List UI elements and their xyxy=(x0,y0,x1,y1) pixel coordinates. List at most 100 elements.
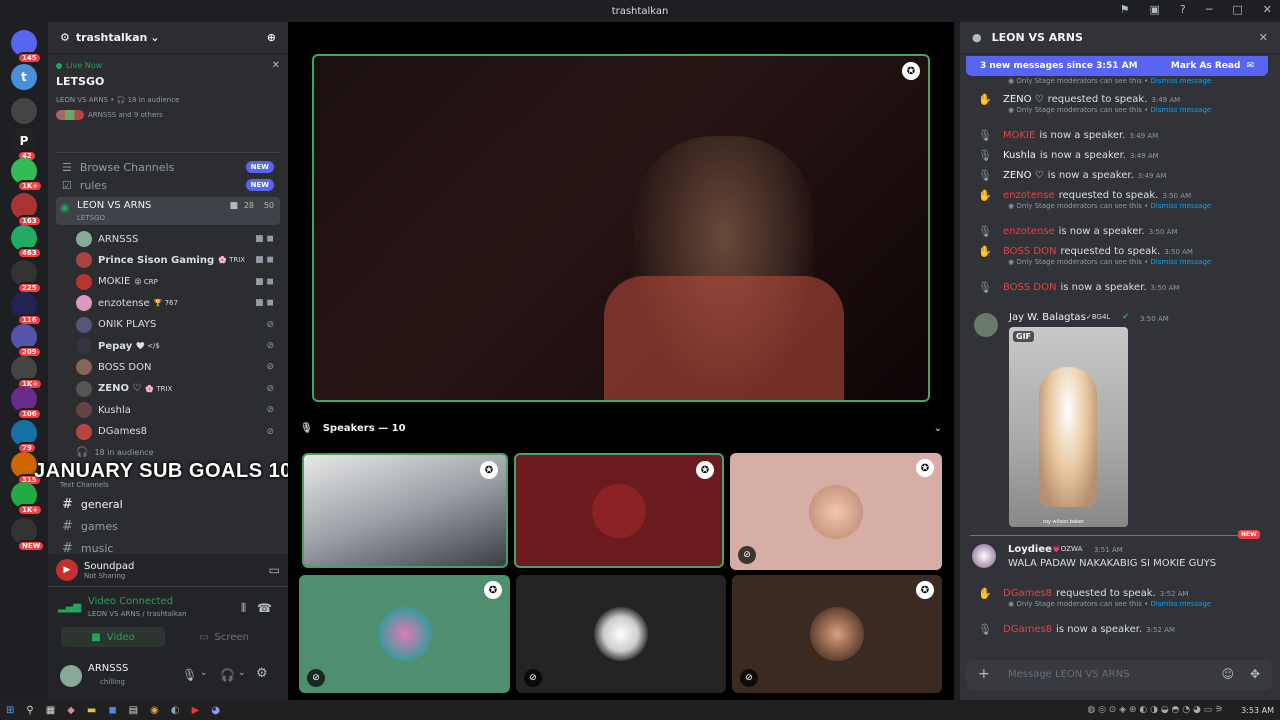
apps-icon[interactable]: ✥ xyxy=(1250,667,1260,681)
message-author[interactable]: Jay W. Balagtas xyxy=(1009,312,1086,323)
server-icon[interactable]: t xyxy=(11,64,37,90)
add-member-icon[interactable]: ⊕ xyxy=(267,31,276,44)
screen-icon[interactable]: ▣ xyxy=(1150,3,1160,16)
screen-button[interactable]: ▭ Screen xyxy=(172,627,276,647)
voice-member[interactable]: ZENO ♡ 🌸 TRIX ⊘ xyxy=(76,379,280,399)
server-icon[interactable]: 116 xyxy=(11,292,42,326)
start-icon[interactable]: ⊞ xyxy=(6,705,14,716)
dismiss-message-link[interactable]: Dismiss message xyxy=(1151,77,1212,85)
voice-member[interactable]: enzotense 🏆 767 ■ ◼ xyxy=(76,293,280,313)
outlook-icon[interactable]: ◼ xyxy=(108,705,116,716)
message-input[interactable]: + Message LEON VS ARNS ☺ ✥ xyxy=(966,660,1272,690)
chrome-icon[interactable]: ◉ xyxy=(150,705,159,716)
inbox-icon[interactable]: ⚑ xyxy=(1120,3,1130,16)
event-user[interactable]: MOKIE xyxy=(1003,130,1035,141)
dismiss-message-link[interactable]: Dismiss message xyxy=(1151,600,1212,608)
new-messages-bar[interactable]: 3 new messages since 3:51 AM Mark As Rea… xyxy=(966,56,1268,76)
pin-icon[interactable]: ✪ xyxy=(480,461,498,479)
headphones-icon[interactable]: 🎧 xyxy=(220,668,235,682)
voice-member[interactable]: Kushla ⊘ xyxy=(76,400,280,420)
guild-header[interactable]: ⚙ trashtalkan ⌄ ⊕ xyxy=(48,22,288,54)
close-window-icon[interactable]: ✕ xyxy=(1263,3,1272,16)
event-user[interactable]: ZENO ♡ xyxy=(1003,170,1044,181)
chevron-down-icon[interactable]: ⌄ xyxy=(238,668,246,678)
system-tray[interactable]: ◍ ◎ ⊙ ◈ ⊛ ◐ ◑ ◒ ◓ ◔ ◕ ▭ ⚞ xyxy=(1087,705,1223,715)
main-video-tile[interactable]: ✪ xyxy=(312,54,930,402)
close-icon[interactable]: ✕ xyxy=(1259,31,1268,44)
dismiss-message-link[interactable]: Dismiss message xyxy=(1151,202,1212,210)
voice-member[interactable]: DGames8 ⊘ xyxy=(76,422,280,442)
microphone-icon[interactable]: 🎙 xyxy=(182,668,197,682)
event-user[interactable]: BOSS DON xyxy=(1003,282,1056,293)
text-channel-general[interactable]: # general xyxy=(56,493,280,515)
server-icon[interactable]: 463 xyxy=(11,225,42,259)
voice-member[interactable]: ONIK PLAYS ⊘ xyxy=(76,315,280,335)
server-icon[interactable]: NEW xyxy=(11,518,46,552)
help-icon[interactable]: ? xyxy=(1180,3,1186,16)
server-icon[interactable]: 79 xyxy=(11,420,37,454)
pin-icon[interactable]: ✪ xyxy=(484,581,502,599)
gif-embed[interactable]: GIF roy wilson baker xyxy=(1009,327,1128,527)
avatar[interactable] xyxy=(60,665,82,687)
close-icon[interactable]: ✕ xyxy=(272,60,280,71)
voice-member[interactable]: Pepay 🤍 </$ ⊘ xyxy=(76,336,280,356)
voice-member[interactable]: MOKIE 😝 CRP ■ ◼ xyxy=(76,272,280,292)
server-icon[interactable]: 209 xyxy=(11,324,42,358)
voice-member[interactable]: BOSS DON ⊘ xyxy=(76,357,280,377)
pin-icon[interactable]: ✪ xyxy=(916,581,934,599)
text-channel-games[interactable]: # games xyxy=(56,515,280,537)
user-name[interactable]: ARNSSS xyxy=(88,663,128,674)
server-icon[interactable]: 145 xyxy=(11,30,42,64)
disconnect-icon[interactable]: ☎ xyxy=(257,601,272,615)
speaker-tile[interactable]: ✪ ⊘ xyxy=(730,453,942,570)
voice-member[interactable]: Prince Sison Gaming 🌸 TRIX ■ ◼ xyxy=(76,250,280,270)
maximize-icon[interactable]: □ xyxy=(1232,3,1242,16)
avatar[interactable] xyxy=(972,544,996,568)
mark-as-read-button[interactable]: Mark As Read xyxy=(1171,61,1241,71)
discord-icon[interactable]: ◕ xyxy=(211,705,220,716)
search-icon[interactable]: ⚲ xyxy=(26,705,33,716)
clock[interactable]: 3:53 AM xyxy=(1241,706,1274,715)
server-icon[interactable]: 1K+ xyxy=(11,158,44,192)
live-now-card[interactable]: Live Now ✕ LETSGO LEON VS ARNS • 🎧 18 in… xyxy=(56,56,280,148)
stage-channel-active[interactable]: ◉ LEON VS ARNS LETSGO ■ 28 50 xyxy=(56,197,280,225)
noise-icon[interactable]: ⫴ xyxy=(241,601,246,616)
video-button[interactable]: ■ Video xyxy=(61,627,165,647)
event-user[interactable]: ZENO ♡ xyxy=(1003,94,1044,105)
chevron-down-icon[interactable]: ⌄ xyxy=(200,668,208,678)
server-icon[interactable] xyxy=(11,98,37,124)
speaker-tile[interactable]: ✪ ⊘ xyxy=(299,575,510,693)
pin-icon[interactable]: ✪ xyxy=(902,62,920,80)
speaker-tile[interactable]: ✪ xyxy=(514,453,724,568)
store-icon[interactable]: ▤ xyxy=(129,705,138,716)
event-user[interactable]: enzotense xyxy=(1003,226,1055,237)
share-screen-icon[interactable]: ▭ xyxy=(269,563,280,577)
speaker-tile[interactable]: ✪ ⊘ xyxy=(732,575,942,693)
steam-icon[interactable]: ◐ xyxy=(171,705,180,716)
pin-icon[interactable]: ✪ xyxy=(696,461,714,479)
copilot-icon[interactable]: ◆ xyxy=(67,705,75,716)
audience-row[interactable]: 🎧 18 in audience xyxy=(76,442,280,462)
event-user[interactable]: Kushla xyxy=(1003,150,1036,161)
voice-member[interactable]: ARNSSS ■ ◼ xyxy=(76,229,280,249)
server-icon[interactable]: 1K+ xyxy=(11,356,44,390)
speaker-tile[interactable]: ✪ xyxy=(302,453,508,568)
event-user[interactable]: enzotense xyxy=(1003,190,1055,201)
pin-icon[interactable]: ✪ xyxy=(916,459,934,477)
message-author[interactable]: Loydiee xyxy=(1008,544,1052,555)
soundpad-activity[interactable]: ▶ Soundpad Not Sharing ▭ xyxy=(56,558,280,582)
speaker-tile[interactable]: ⊘ xyxy=(516,575,726,693)
server-icon[interactable]: 225 xyxy=(11,260,42,294)
server-icon[interactable]: P 42 xyxy=(11,128,37,162)
channel-rules[interactable]: ☑ rules NEW xyxy=(56,174,280,196)
file-explorer-icon[interactable]: ▬ xyxy=(87,705,96,716)
dismiss-message-link[interactable]: Dismiss message xyxy=(1151,106,1212,114)
server-icon[interactable]: 163 xyxy=(11,193,42,227)
settings-gear-icon[interactable]: ⚙ xyxy=(256,666,268,681)
event-user[interactable]: DGames8 xyxy=(1003,624,1052,635)
dismiss-message-link[interactable]: Dismiss message xyxy=(1151,258,1212,266)
server-icon[interactable]: 1K+ xyxy=(11,482,44,516)
chevron-down-icon[interactable]: ⌄ xyxy=(934,423,942,434)
emoji-icon[interactable]: ☺ xyxy=(1221,667,1234,681)
minimize-icon[interactable]: ─ xyxy=(1206,3,1213,16)
